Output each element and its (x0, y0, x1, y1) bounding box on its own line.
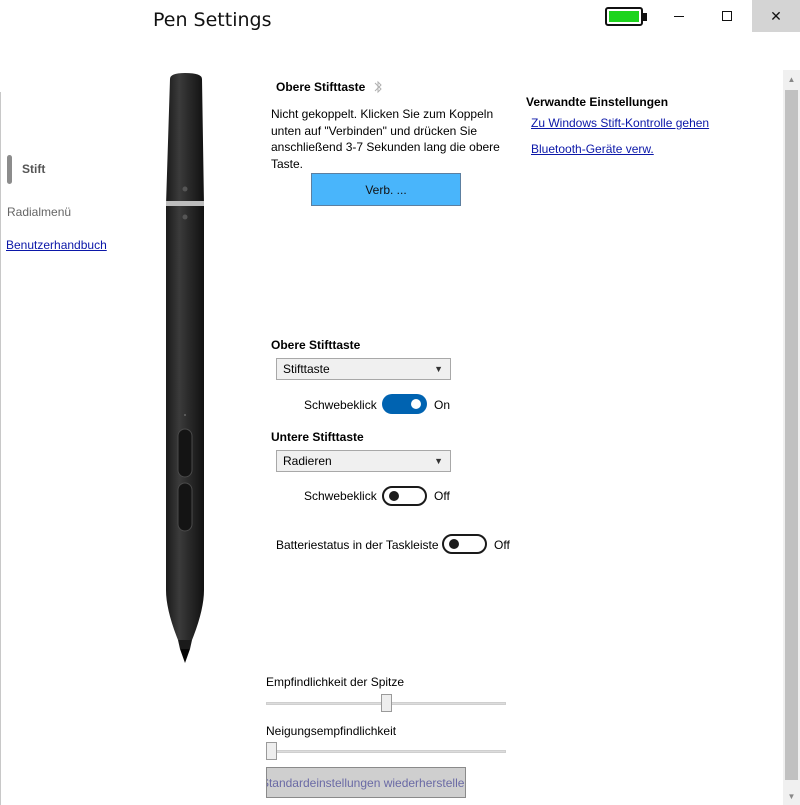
window-left-border (0, 92, 1, 805)
top-hover-label: Schwebeklick (304, 398, 377, 412)
maximize-icon (722, 11, 732, 21)
tilt-sensitivity-thumb[interactable] (266, 742, 277, 760)
bluetooth-devices-link[interactable]: Bluetooth-Geräte verw. (531, 142, 654, 156)
minimize-icon (674, 15, 684, 17)
battery-taskbar-state: Off (494, 538, 510, 552)
nav-active-indicator (7, 155, 12, 184)
bluetooth-icon (374, 80, 382, 94)
pen-illustration (166, 73, 204, 663)
connect-button[interactable]: Verb. ... (311, 173, 461, 206)
pairing-description: Nicht gekoppelt. Klicken Sie zum Koppeln… (271, 107, 500, 171)
window-title: Pen Settings (153, 9, 272, 31)
nav-item-radialmenu[interactable]: Radialmenü (7, 205, 71, 219)
nav-item-stift[interactable]: Stift (22, 162, 45, 176)
windows-pen-control-link[interactable]: Zu Windows Stift-Kontrolle gehen (531, 116, 709, 130)
top-hover-state: On (434, 398, 451, 412)
maximize-button[interactable] (703, 0, 751, 32)
battery-taskbar-label: Batteriestatus in der Taskleiste (276, 538, 439, 552)
minimize-button[interactable] (655, 0, 703, 32)
tilt-sensitivity-track[interactable] (266, 750, 506, 753)
battery-icon (605, 7, 647, 26)
bottom-button-select[interactable]: Radieren ▼ (276, 450, 451, 472)
pairing-heading: Obere Stifttaste (276, 80, 366, 94)
top-button-select-value: Stifttaste (283, 362, 330, 376)
battery-taskbar-toggle[interactable] (442, 534, 487, 554)
battery-terminal (643, 13, 647, 21)
top-button-heading: Obere Stifttaste (271, 338, 361, 352)
nav-link-user-manual[interactable]: Benutzerhandbuch (6, 238, 107, 252)
scroll-up-arrow-icon[interactable]: ▲ (783, 72, 800, 86)
close-icon: ✕ (770, 7, 782, 24)
vertical-scrollbar[interactable]: ▲ ▼ (783, 70, 800, 805)
bottom-hover-state: Off (434, 489, 450, 503)
top-hover-toggle[interactable] (382, 394, 427, 414)
battery-fill (609, 11, 639, 22)
toggle-knob (389, 491, 399, 501)
tip-sensitivity-thumb[interactable] (380, 694, 392, 712)
toggle-knob (411, 399, 421, 409)
bottom-hover-toggle[interactable] (382, 486, 427, 506)
bottom-button-heading: Untere Stifttaste (271, 430, 364, 444)
top-button-select[interactable]: Stifttaste ▼ (276, 358, 451, 380)
scroll-down-arrow-icon[interactable]: ▼ (783, 789, 800, 803)
related-settings-heading: Verwandte Einstellungen (526, 95, 669, 109)
tip-sensitivity-label: Empfindlichkeit der Spitze (266, 675, 405, 689)
chevron-down-icon: ▼ (434, 456, 443, 466)
window-left-blank (0, 0, 150, 92)
toggle-knob (449, 539, 459, 549)
bottom-button-select-value: Radieren (283, 454, 332, 468)
close-button[interactable]: ✕ (752, 0, 800, 32)
scrollbar-thumb[interactable] (785, 90, 798, 780)
tilt-sensitivity-label: Neigungsempfindlichkeit (266, 724, 397, 738)
bottom-hover-label: Schwebeklick (304, 489, 377, 503)
reset-defaults-button[interactable]: Standardeinstellungen wiederherstellen (266, 767, 466, 798)
chevron-down-icon: ▼ (434, 364, 443, 374)
